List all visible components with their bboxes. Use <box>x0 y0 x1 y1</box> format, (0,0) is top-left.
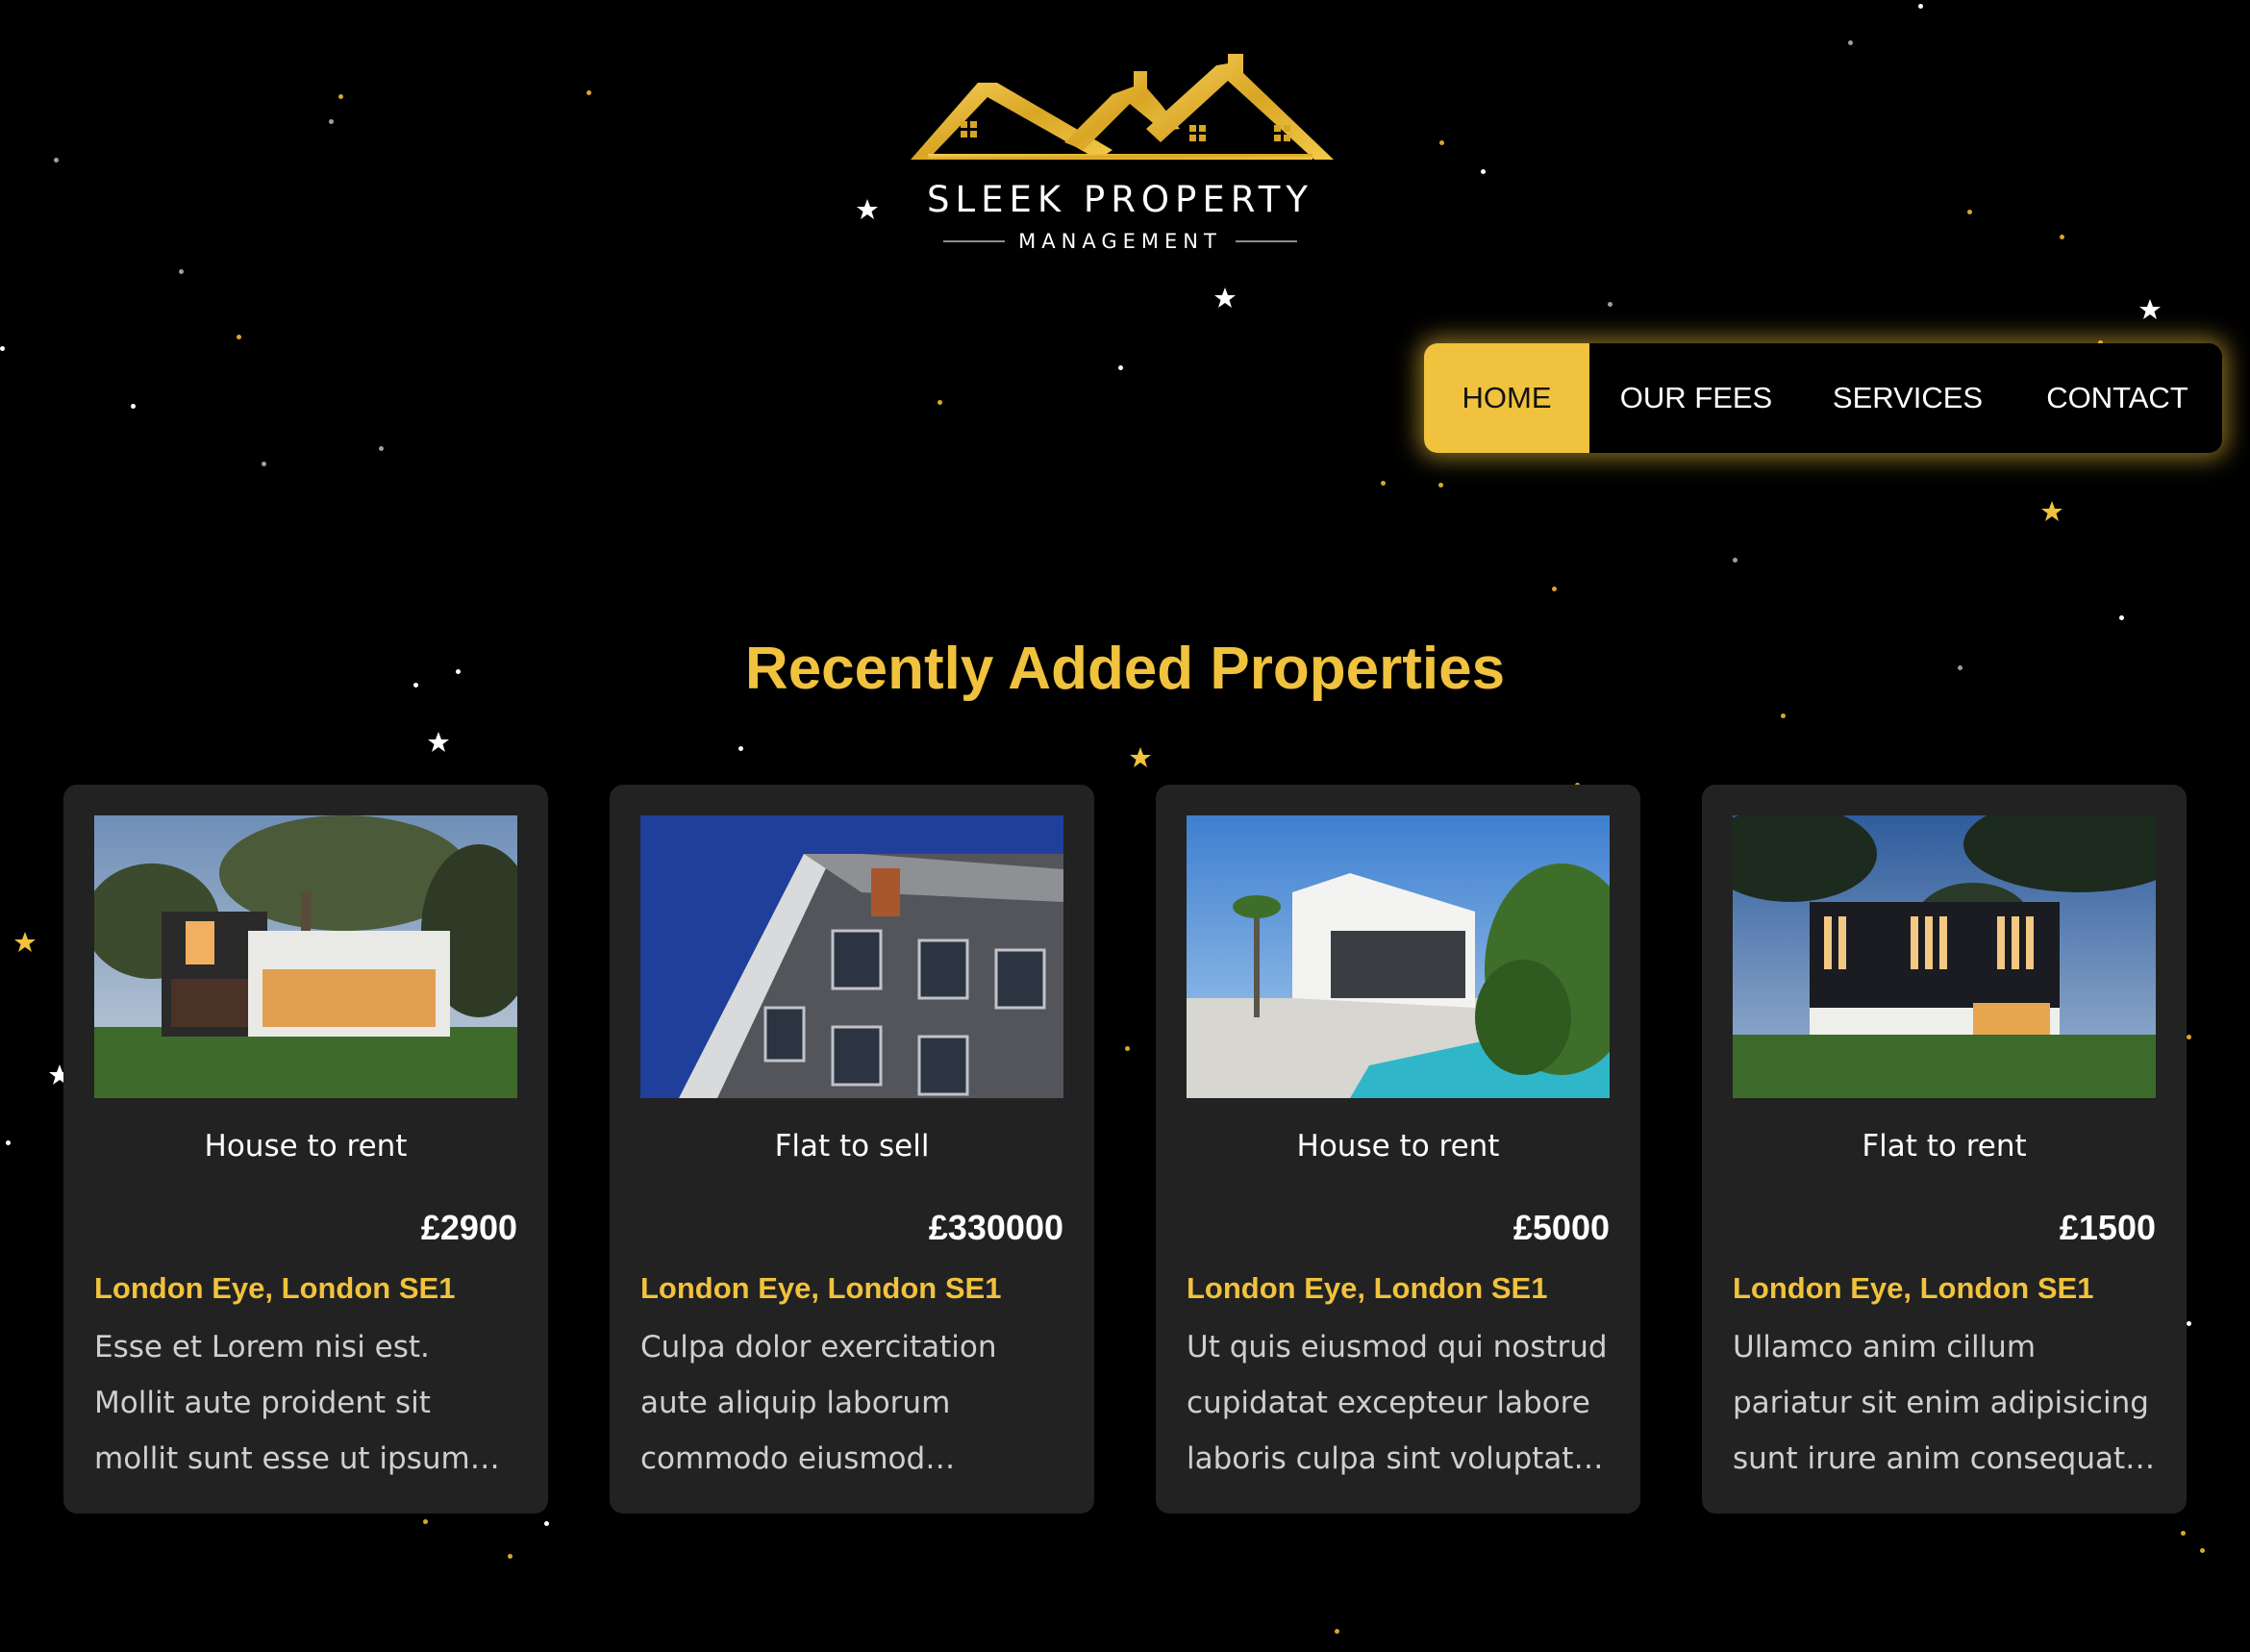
property-description: Esse et Lorem nisi est. Mollit aute proi… <box>94 1330 470 1476</box>
nav-item-services[interactable]: SERVICES <box>1803 343 2012 453</box>
nav-item-our-fees[interactable]: OUR FEES <box>1589 343 1803 453</box>
property-type: House to rent <box>204 1129 408 1164</box>
divider <box>943 240 1006 242</box>
brand-tagline: MANAGEMENT <box>1018 230 1222 253</box>
nav-item-contact[interactable]: CONTACT <box>2012 343 2222 453</box>
property-photo[interactable] <box>1733 815 2156 1098</box>
property-location: London Eye, London SE1 <box>94 1271 456 1305</box>
property-price: £1500 <box>2059 1208 2156 1247</box>
property-description: Ut quis eiusmod qui nostrud cupidatat ex… <box>1187 1330 1608 1476</box>
property-card[interactable]: Flat to sell £330000 London Eye, London … <box>610 785 1094 1514</box>
property-list: House to rent £2900 London Eye, London S… <box>63 785 2188 1514</box>
house-roofs-logo-icon <box>911 54 1334 160</box>
property-description: Ullamco anim cillum pariatur sit enim ad… <box>1733 1330 2149 1476</box>
property-type: House to rent <box>1296 1129 1500 1164</box>
property-photo[interactable] <box>94 815 517 1098</box>
property-price: £5000 <box>1512 1208 1610 1247</box>
section-heading: Recently Added Properties <box>744 636 1506 702</box>
brand-tagline-row: MANAGEMENT <box>939 227 1301 256</box>
property-card[interactable]: Flat to rent £1500 London Eye, London SE… <box>1702 785 2187 1514</box>
property-location: London Eye, London SE1 <box>1733 1271 2094 1305</box>
property-card[interactable]: House to rent £5000 London Eye, London S… <box>1156 785 1640 1514</box>
nav-item-home[interactable]: HOME <box>1424 343 1589 453</box>
brand-name: SLEEK PROPERTY <box>927 179 1313 220</box>
property-description: Culpa dolor exercitation aute aliquip la… <box>640 1330 997 1476</box>
main-navigation: HOME OUR FEES SERVICES CONTACT <box>1424 343 2222 453</box>
divider <box>1235 240 1297 242</box>
property-price: £2900 <box>420 1208 517 1247</box>
property-type: Flat to sell <box>774 1129 930 1164</box>
property-photo[interactable] <box>640 815 1063 1098</box>
property-type: Flat to rent <box>1862 1129 2027 1164</box>
site-logo[interactable]: SLEEK PROPERTY MANAGEMENT <box>899 48 1341 260</box>
property-card[interactable]: House to rent £2900 London Eye, London S… <box>63 785 548 1514</box>
property-photo[interactable] <box>1187 815 1610 1098</box>
property-location: London Eye, London SE1 <box>1187 1271 1548 1305</box>
property-location: London Eye, London SE1 <box>640 1271 1002 1305</box>
property-price: £330000 <box>928 1208 1063 1247</box>
